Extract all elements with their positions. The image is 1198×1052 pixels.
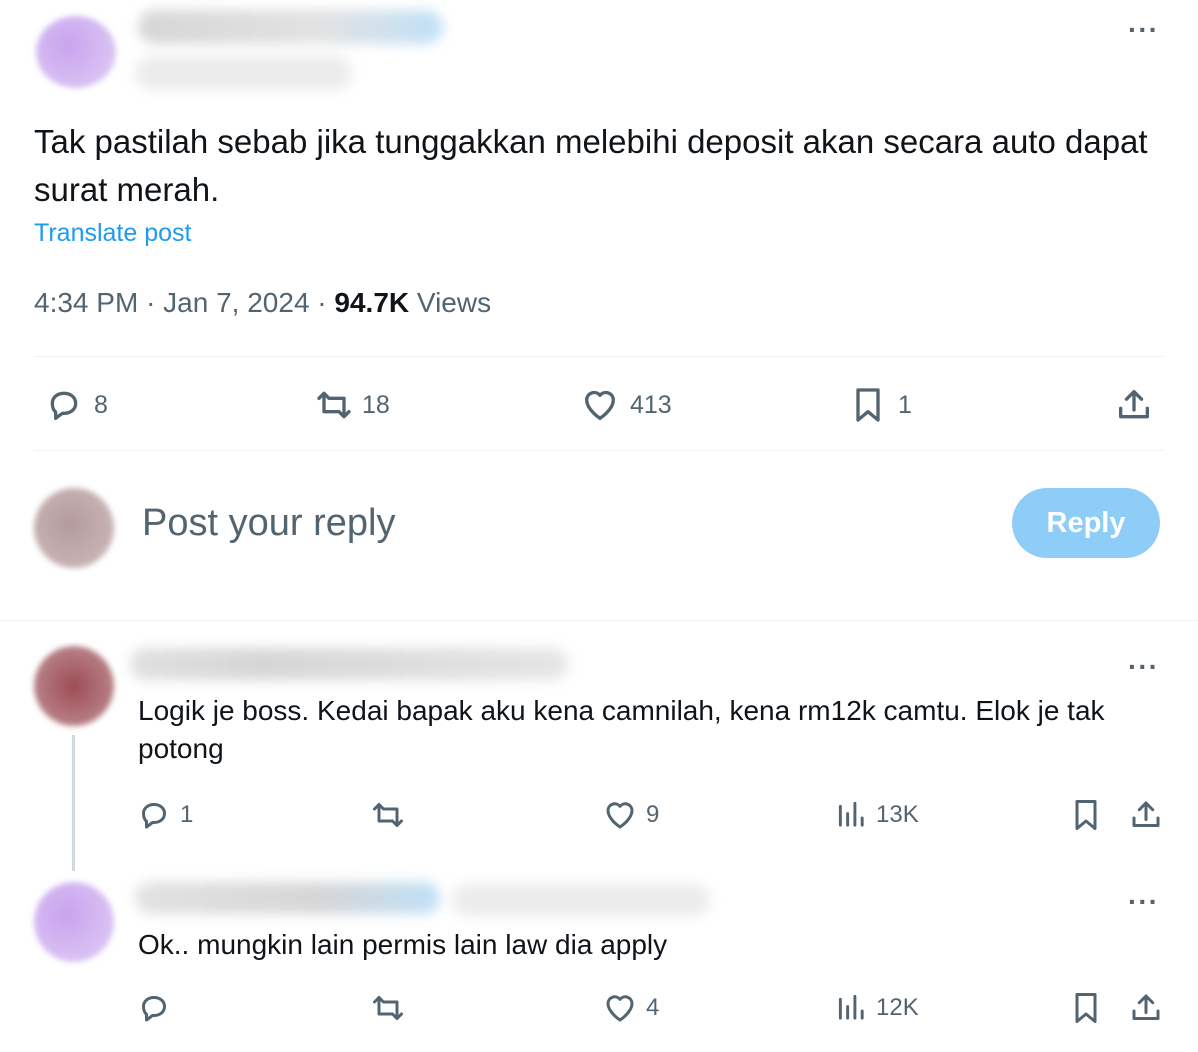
reply2-view-count: 12K [876, 994, 919, 1021]
bookmark-icon[interactable] [1068, 990, 1104, 1026]
divider [34, 356, 1164, 357]
bookmark-action[interactable]: 1 [848, 385, 912, 425]
more-options-icon[interactable]: ··· [1128, 888, 1159, 916]
heart-icon [602, 797, 638, 833]
reply1-like-count: 9 [646, 801, 660, 828]
reply2-like-action[interactable]: 4 [602, 990, 659, 1026]
reply-count: 8 [94, 390, 108, 419]
like-count: 413 [630, 390, 672, 419]
more-options-icon[interactable]: ··· [1128, 16, 1159, 44]
bookmark-count: 1 [898, 390, 912, 419]
reply-bubble-icon[interactable] [136, 990, 172, 1026]
section-divider [0, 620, 1198, 621]
reply-bubble-icon [44, 385, 84, 425]
reply1-like-action[interactable]: 9 [602, 797, 659, 833]
share-icon[interactable] [1128, 797, 1164, 833]
reply-action[interactable]: 8 [44, 385, 108, 425]
divider [34, 450, 1164, 451]
repost-icon [312, 385, 356, 425]
repost-icon[interactable] [368, 990, 408, 1026]
repost-action[interactable]: 18 [312, 385, 390, 425]
analytics-icon [836, 797, 868, 833]
bookmark-icon[interactable] [1068, 797, 1104, 833]
reply2-like-count: 4 [646, 994, 660, 1021]
reply1-avatar[interactable] [34, 646, 114, 726]
author-avatar[interactable] [36, 16, 116, 88]
reply1-author-redacted[interactable] [130, 648, 568, 680]
reply2-author-redacted[interactable] [135, 882, 440, 914]
heart-icon [580, 385, 620, 425]
thread-line [72, 735, 75, 871]
share-icon[interactable] [1114, 385, 1154, 425]
reply2-handle-redacted[interactable] [452, 884, 710, 916]
reply1-text: Logik je boss. Kedai bapak aku kena camn… [138, 695, 1105, 764]
post-meta: 4:34 PM · Jan 7, 2024 · 94.7K Views [34, 287, 491, 319]
views-label: Views [416, 287, 492, 318]
reply2-avatar[interactable] [34, 882, 114, 962]
reply-button[interactable]: Reply [1012, 488, 1160, 558]
meta-separator: · [317, 287, 327, 318]
more-options-icon[interactable]: ··· [1128, 653, 1159, 681]
post-time[interactable]: 4:34 PM [34, 287, 138, 318]
reply2-views-action[interactable]: 12K [836, 990, 919, 1026]
post-text: Tak pastilah sebab jika tunggakkan meleb… [34, 123, 1148, 208]
like-action[interactable]: 413 [580, 385, 672, 425]
reply1-reply-count: 1 [180, 801, 194, 828]
meta-separator: · [146, 287, 156, 318]
views-count: 94.7K [334, 287, 410, 318]
author-handle-redacted[interactable] [135, 56, 352, 90]
author-name-redacted[interactable] [138, 10, 443, 44]
reply1-reply-action[interactable]: 1 [136, 797, 193, 833]
translate-post-link[interactable]: Translate post [34, 219, 191, 248]
reply1-view-count: 13K [876, 801, 919, 828]
heart-icon [602, 990, 638, 1026]
reply-input[interactable]: Post your reply [142, 502, 395, 545]
repost-icon[interactable] [368, 797, 408, 833]
bookmark-icon [848, 385, 888, 425]
reply1-views-action[interactable]: 13K [836, 797, 919, 833]
repost-count: 18 [362, 390, 390, 419]
current-user-avatar[interactable] [34, 488, 114, 568]
analytics-icon [836, 990, 868, 1026]
reply-bubble-icon [136, 797, 172, 833]
post-date[interactable]: Jan 7, 2024 [163, 287, 309, 318]
share-icon[interactable] [1128, 990, 1164, 1026]
reply2-text: Ok.. mungkin lain permis lain law dia ap… [138, 929, 668, 960]
